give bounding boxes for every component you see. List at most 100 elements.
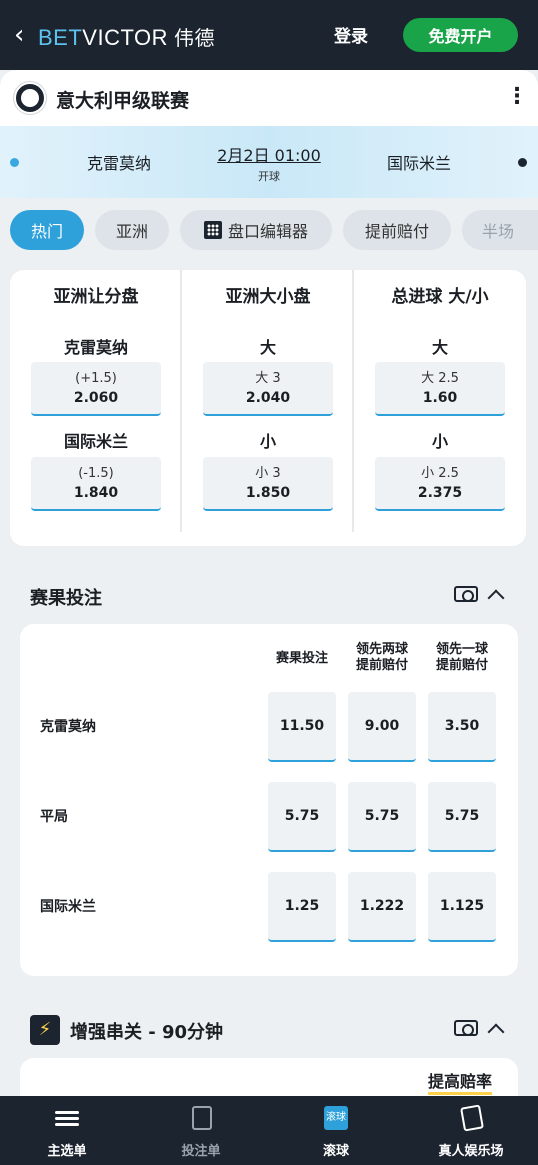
nav-label: 投注单 [181,1144,221,1159]
boost-odds-label[interactable]: 提高赔率 [428,1072,493,1095]
column-title: 亚洲大小盘 [225,287,311,307]
result-row-label: 平局 [40,809,68,825]
away-team: 国际米兰 [386,154,451,173]
lightning-icon: ⚡ [30,1015,60,1045]
nav-casino[interactable]: 真人娱乐场 [404,1096,538,1165]
nav-label: 真人娱乐场 [438,1144,504,1159]
betslip-icon [192,1106,212,1130]
odds-button[interactable]: 1.125 [428,872,496,942]
asian-handicap-column: 亚洲让分盘 克雷莫纳 (+1.5) 2.060 国际米兰 (-1.5) 1.840 [10,270,182,546]
tab-asian[interactable]: 亚洲 [95,210,169,250]
nav-main-menu[interactable]: 主选单 [0,1096,134,1165]
odds-button[interactable]: 9.00 [348,692,416,762]
boost-card: 提高赔率 [20,1058,518,1096]
chevron-up-icon[interactable] [487,1023,505,1041]
asian-total-column: 亚洲大小盘 大 大 3 2.040 小 小 3 1.850 [182,270,354,546]
odds-button[interactable]: 大 2.5 1.60 [375,362,505,416]
bet-builder-icon [203,221,222,239]
logo-bet: BET [38,25,83,50]
odds-line: 小 3 [255,466,281,481]
market-tabs: 热门 亚洲 盘口编辑器 提前赔付 半场 [10,210,538,250]
result-section-title: 赛果投注 [30,588,102,609]
cash-out-icon [454,1020,478,1036]
odds-price: 1.850 [245,485,291,501]
nav-label: 主选单 [47,1144,87,1159]
column-title: 亚洲让分盘 [53,287,139,307]
league-title: 意大利甲级联赛 [56,90,190,112]
away-color-dot [518,158,527,167]
nav-live[interactable]: 滚球 滚球 [269,1096,403,1165]
match-banner: 克雷莫纳 2月2日 01:00 开球 国际米兰 [0,126,538,198]
odds-line: (+1.5) [75,371,117,386]
odds-price: 2.040 [245,390,291,406]
result-row-label: 克雷莫纳 [40,719,96,735]
odds-button[interactable]: 1.222 [348,872,416,942]
live-icon: 滚球 [324,1106,348,1130]
row-label: 大 [431,338,448,357]
column-header: 领先两球 提前赔付 [344,642,420,674]
column-header-line: 领先两球 [355,642,408,657]
tab-half-time[interactable]: 半场 [462,210,538,250]
home-team: 克雷莫纳 [86,154,151,173]
odds-line: 大 2.5 [421,371,459,386]
odds-line: 大 3 [255,371,281,386]
odds-button[interactable]: 小 2.5 2.375 [375,457,505,511]
odds-price: 2.375 [417,485,463,501]
odds-button[interactable]: 小 3 1.850 [203,457,333,511]
result-row-label: 国际米兰 [40,899,96,915]
brand-logo[interactable]: BETVICTOR 伟德 [38,22,215,51]
tab-bet-builder[interactable]: 盘口编辑器 [180,210,332,250]
signup-button[interactable]: 免费开户 [403,18,518,52]
handicap-card: 亚洲让分盘 克雷莫纳 (+1.5) 2.060 国际米兰 (-1.5) 1.840 … [10,270,526,546]
column-header: 赛果投注 [275,651,328,666]
top-bar: ‹ BETVICTOR 伟德 登录 免费开户 [0,0,538,70]
row-label: 国际米兰 [63,432,128,451]
match-time[interactable]: 2月2日 01:00 [200,142,338,166]
logo-victor: VICTOR [82,25,169,50]
odds-button[interactable]: 1.25 [268,872,336,942]
odds-button[interactable]: (-1.5) 1.840 [31,457,161,511]
column-header-line: 提前赔付 [355,658,408,673]
back-icon[interactable]: ‹ [14,22,32,48]
tab-bet-builder-label: 盘口编辑器 [227,222,308,241]
odds-button[interactable]: 3.50 [428,692,496,762]
nav-betslip[interactable]: 投注单 [134,1096,268,1165]
match-status: 开球 [258,170,280,183]
more-options-icon[interactable]: ⋮ [506,86,528,110]
logo-cn: 伟德 [174,26,216,50]
odds-button[interactable]: 11.50 [268,692,336,762]
tab-hot[interactable]: 热门 [10,210,84,250]
login-button[interactable]: 登录 [334,22,368,47]
total-goals-column: 总进球 大/小 大 大 2.5 1.60 小 小 2.5 2.375 [354,270,526,546]
odds-button[interactable]: 大 3 2.040 [203,362,333,416]
row-label: 大 [259,338,276,357]
chevron-up-icon[interactable] [487,589,505,607]
odds-price: 1.60 [422,390,458,406]
column-header-line: 领先一球 [435,642,488,657]
cash-out-icon [454,586,478,602]
football-icon [14,82,46,114]
tab-early-payout[interactable]: 提前赔付 [343,210,451,250]
odds-price: 1.840 [73,485,119,501]
odds-line: 小 2.5 [421,466,459,481]
odds-line: (-1.5) [78,466,114,481]
nav-label: 滚球 [322,1144,349,1159]
result-card: 赛果投注 领先两球 提前赔付 领先一球 提前赔付 克雷莫纳 11.50 9.00 3… [20,624,518,976]
column-header-line: 提前赔付 [435,658,488,673]
odds-button[interactable]: 5.75 [268,782,336,852]
odds-button[interactable]: 5.75 [428,782,496,852]
bottom-nav: 主选单 投注单 滚球 滚球 真人娱乐场 [0,1096,538,1165]
odds-button[interactable]: 5.75 [348,782,416,852]
event-sheet: 意大利甲级联赛 ⋮ 克雷莫纳 2月2日 01:00 开球 国际米兰 热门 亚洲 … [0,70,538,1096]
odds-button[interactable]: (+1.5) 2.060 [31,362,161,416]
odds-price: 2.060 [73,390,119,406]
league-header: 意大利甲级联赛 ⋮ [0,70,538,126]
menu-icon [55,1108,79,1132]
row-label: 克雷莫纳 [63,338,128,357]
playing-cards-icon [460,1104,484,1132]
row-label: 小 [431,432,448,451]
row-label: 小 [259,432,276,451]
boost-section-title: 增强串关 - 90分钟 [70,1022,224,1043]
column-header: 领先一球 提前赔付 [424,642,500,674]
home-color-dot [10,158,19,167]
